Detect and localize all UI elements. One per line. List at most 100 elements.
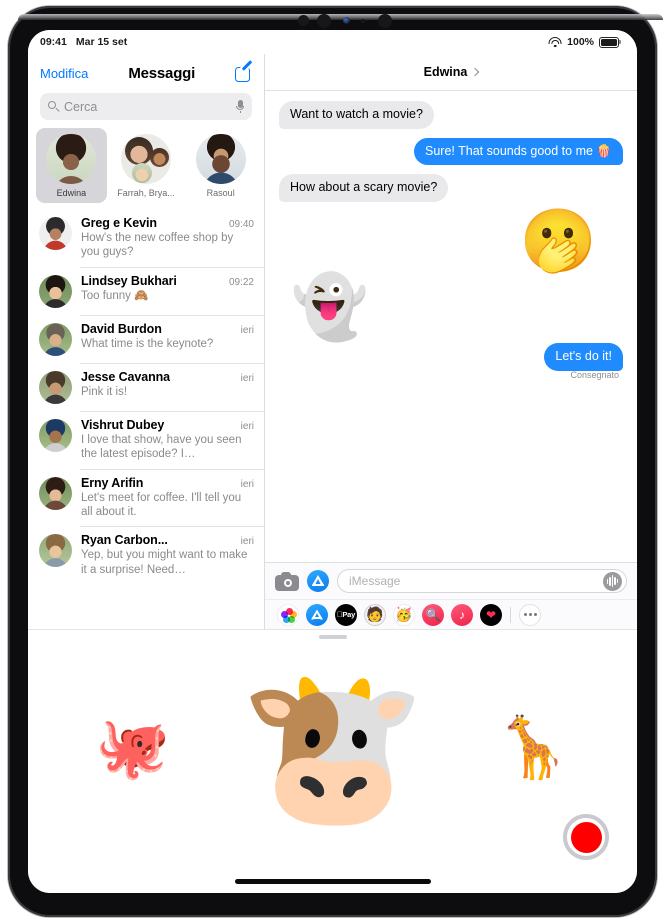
search-input[interactable]: Cerca (40, 93, 252, 120)
conversation-name: Vishrut Dubey (81, 417, 165, 432)
apple-pay-app-icon[interactable]: Pay (335, 603, 357, 626)
message-bubble-outgoing[interactable]: Let's do it! (544, 342, 627, 371)
chat-title: Edwina (423, 65, 468, 79)
list-item[interactable]: Jesse Cavanna ieri Pink it is! (28, 362, 264, 411)
message-row: 🫢 (279, 210, 623, 273)
microphone-icon[interactable] (236, 100, 244, 113)
message-bubble-incoming[interactable]: How about a scary movie? (274, 174, 449, 202)
message-row: 👻 (279, 276, 623, 339)
avatar (39, 476, 72, 510)
conversation-list[interactable]: Greg e Kevin 09:40 How's the new coffee … (28, 209, 264, 629)
conversation-time: ieri (240, 478, 254, 490)
memoji-shocked-sticker[interactable]: 🫢 (520, 210, 597, 273)
conversation-preview: Pink it is! (81, 385, 128, 398)
photos-app-icon[interactable] (277, 603, 299, 626)
message-row: Sure! That sounds good to me 🍿 (279, 137, 627, 166)
list-item[interactable]: Lindsey Bukhari 09:22 Too funny 🙈 (28, 266, 264, 315)
conversation-preview: I love that show, have you seen the late… (81, 433, 242, 461)
message-thread: Want to watch a movie? Sure! That sounds… (265, 91, 637, 562)
app-store-app-icon[interactable] (306, 603, 328, 626)
pinned-contact-label: Farrah, Brya... (117, 188, 175, 198)
pinned-contact-label: Edwina (56, 188, 87, 198)
ipad-screen: 09:41 Mar 15 set 100% Modifica Messaggi (28, 30, 637, 893)
record-button[interactable] (563, 814, 609, 860)
drawer-divider (510, 606, 511, 623)
status-bar: 09:41 Mar 15 set 100% (28, 30, 637, 54)
imessage-app-drawer[interactable]: Pay 🧑 🥳 🔍 ♪ ❤ (265, 599, 637, 629)
search-icon (48, 101, 60, 112)
conversation-name: Erny Arifin (81, 475, 144, 490)
octopus-animoji[interactable]: 🐙 (33, 712, 233, 783)
conversation-time: 09:40 (228, 219, 254, 230)
conversation-preview: How's the new coffee shop by you guys? (81, 232, 234, 259)
list-item[interactable]: Greg e Kevin 09:40 How's the new coffee … (28, 209, 264, 267)
battery-icon (599, 36, 621, 48)
drag-handle-icon[interactable] (318, 635, 347, 639)
avatar (39, 274, 72, 308)
search-container: Cerca (28, 92, 264, 128)
message-bubble-incoming[interactable]: Want to watch a movie? (275, 101, 434, 129)
edit-button[interactable]: Modifica (40, 66, 88, 81)
status-time: 09:41 (40, 36, 67, 48)
sidebar-navbar: Modifica Messaggi (28, 54, 264, 92)
battery-percent: 100% (567, 36, 594, 48)
messages-sidebar: Modifica Messaggi Cerca Edwina Farrah, B… (28, 54, 265, 629)
list-item[interactable]: Ryan Carbon... ieri Yep, but you might w… (28, 526, 264, 584)
pinned-contact-edwina[interactable]: Edwina (36, 128, 107, 203)
app-store-icon[interactable] (307, 570, 329, 592)
record-dot-icon (570, 821, 602, 853)
message-bubble-outgoing[interactable]: Sure! That sounds good to me 🍿 (414, 137, 627, 166)
chevron-right-icon[interactable] (471, 67, 480, 77)
wifi-icon (548, 37, 562, 48)
camera-icon[interactable] (275, 571, 299, 591)
music-app-icon[interactable]: ♪ (451, 603, 473, 626)
compose-icon[interactable] (235, 59, 253, 82)
pinned-contact-label: Rasoul (206, 188, 235, 198)
animoji-picker-panel: 🐙 🐮 🦒 (28, 629, 637, 893)
animoji-app-icon[interactable]: 🥳 (393, 603, 415, 626)
avatar (39, 322, 72, 356)
search-placeholder: Cerca (64, 99, 98, 114)
imessage-input[interactable]: iMessage (337, 569, 627, 593)
conversation-preview: Let's meet for coffee. I'll tell you all… (81, 491, 242, 518)
avatar (39, 534, 72, 568)
conversation-preview: Too funny 🙈 (81, 289, 149, 302)
avatar (39, 217, 72, 250)
image-search-app-icon[interactable]: 🔍 (422, 603, 444, 626)
pinned-contact-rasoul[interactable]: Rasoul (185, 128, 256, 203)
cow-animoji[interactable]: 🐮 (233, 660, 433, 836)
delivery-status: Consegnato (570, 369, 619, 380)
conversation-time: ieri (240, 372, 254, 384)
memoji-app-icon[interactable]: 🧑 (364, 603, 386, 626)
conversation-time: 09:22 (228, 276, 254, 288)
chat-pane: Edwina Want to watch a movie? Sure! That… (265, 54, 637, 629)
conversation-time: ieri (240, 420, 254, 432)
sensor-dot-1 (298, 15, 309, 26)
sensor-dot-2 (317, 14, 331, 28)
animoji-carousel[interactable]: 🐙 🐮 🦒 (28, 646, 637, 849)
home-indicator[interactable] (234, 879, 431, 884)
digital-touch-app-icon[interactable]: ❤ (480, 603, 502, 626)
front-camera-sensors (298, 14, 418, 28)
conversation-name: Jesse Cavanna (81, 369, 171, 384)
list-item[interactable]: Erny Arifin ieri Let's meet for coffee. … (28, 468, 264, 527)
avatar (195, 134, 246, 184)
message-row: How about a scary movie? (274, 174, 623, 202)
message-row: Want to watch a movie? (275, 101, 623, 129)
pinned-contact-group[interactable]: Farrah, Brya... (111, 128, 182, 203)
conversation-name: Ryan Carbon... (81, 533, 168, 548)
avatar (46, 134, 97, 184)
front-camera-lens (343, 17, 350, 24)
audio-message-icon[interactable] (603, 571, 622, 591)
list-item[interactable]: Vishrut Dubey ieri I love that show, hav… (28, 410, 264, 469)
chat-header[interactable]: Edwina (265, 54, 637, 91)
ghost-memoji-sticker[interactable]: 👻 (291, 276, 368, 339)
more-apps-icon[interactable] (519, 603, 541, 626)
avatar (39, 370, 72, 404)
split-view: Modifica Messaggi Cerca Edwina Farrah, B… (28, 54, 637, 629)
avatar (39, 418, 72, 452)
list-item[interactable]: David Burdon ieri What time is the keyno… (28, 314, 264, 363)
message-row: Let's do it! (279, 342, 627, 371)
giraffe-animoji[interactable]: 🦒 (433, 712, 633, 783)
conversation-time: ieri (240, 324, 254, 336)
